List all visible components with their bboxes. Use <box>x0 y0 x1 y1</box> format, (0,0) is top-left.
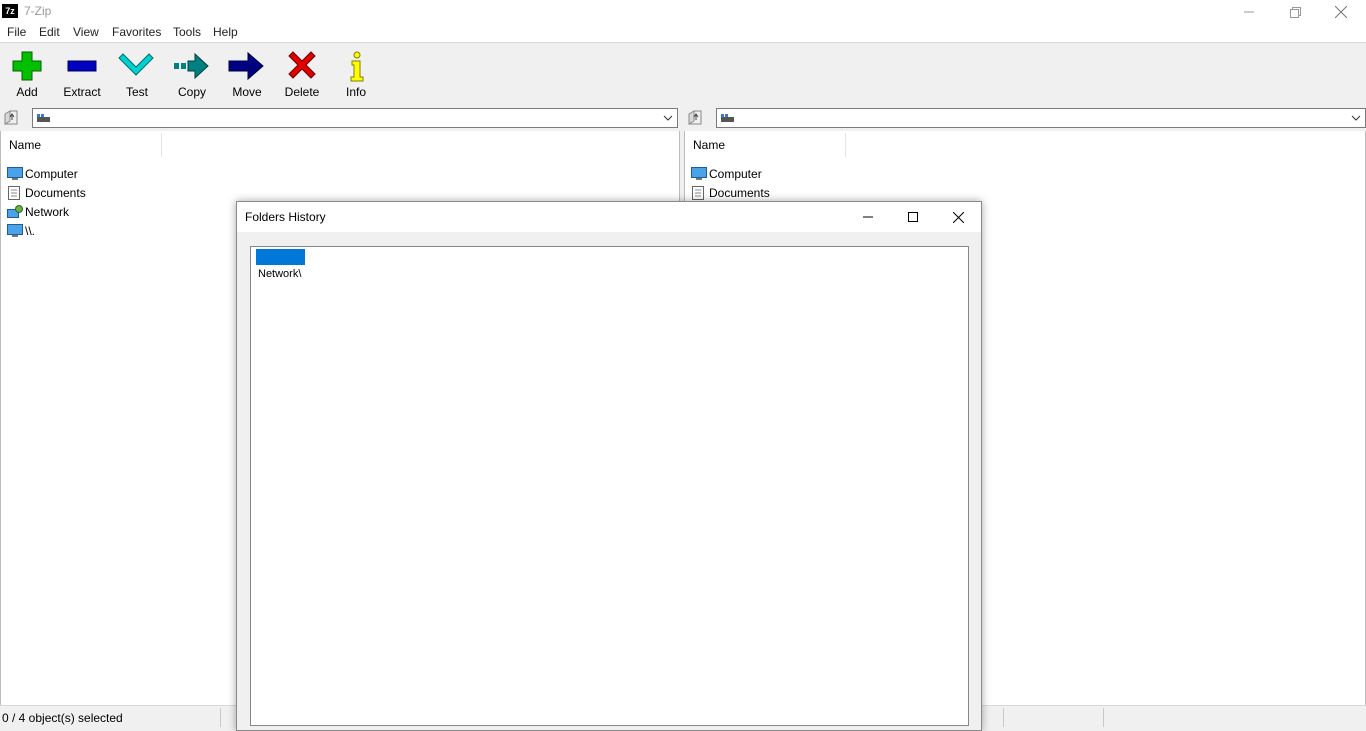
computer-icon <box>7 167 23 180</box>
folder-up-icon <box>4 110 18 125</box>
history-item-label: Network\ <box>258 268 302 280</box>
menu-favorites[interactable]: Favorites <box>112 25 161 39</box>
menu-edit[interactable]: Edit <box>39 25 60 39</box>
menu-view[interactable]: View <box>73 25 99 39</box>
status-divider <box>1103 708 1104 727</box>
right-path-combobox[interactable] <box>716 108 1366 128</box>
move-icon <box>228 51 264 81</box>
drive-icon <box>37 114 50 122</box>
delete-button[interactable]: Delete <box>277 48 327 104</box>
selection-status: 0 / 4 object(s) selected <box>2 711 123 725</box>
info-button[interactable]: Info <box>331 48 381 104</box>
network-icon <box>7 205 23 218</box>
delete-icon <box>288 51 316 79</box>
left-path-row <box>0 105 680 131</box>
info-label: Info <box>345 85 366 99</box>
menu-help[interactable]: Help <box>213 25 238 39</box>
dialog-maximize-button[interactable] <box>890 202 936 232</box>
list-item-label: Computer <box>25 167 78 181</box>
documents-icon <box>692 186 704 200</box>
list-item-label: Computer <box>709 167 762 181</box>
history-item-selection-highlight <box>256 249 305 265</box>
chevron-down-icon[interactable] <box>1351 113 1361 123</box>
status-divider <box>220 708 221 727</box>
move-button[interactable]: Move <box>222 48 272 104</box>
window-title: 7-Zip <box>24 4 52 18</box>
toolbar: Add Extract Test Copy Move Delete Info <box>0 43 1366 105</box>
minimize-icon <box>863 216 873 218</box>
left-column-name-header[interactable]: Name <box>1 133 162 157</box>
close-button[interactable] <box>1318 0 1364 24</box>
info-icon <box>350 51 364 82</box>
right-path-row <box>684 105 1366 131</box>
dialog-title-bar[interactable]: Folders History <box>237 202 981 232</box>
left-path-combobox[interactable] <box>32 108 678 128</box>
test-icon <box>118 53 154 76</box>
7zip-app-icon: 7z <box>2 4 18 18</box>
column-header-label: Name <box>9 138 42 152</box>
list-item-label: Documents <box>709 186 770 200</box>
dialog-close-button[interactable] <box>935 202 981 232</box>
computer-icon <box>691 167 707 180</box>
folders-history-list[interactable]: Network\ <box>250 246 969 726</box>
status-divider <box>1003 708 1004 727</box>
maximize-icon <box>908 212 918 222</box>
close-icon <box>952 211 964 223</box>
minimize-icon <box>1244 11 1254 13</box>
menu-bar: File Edit View Favorites Tools Help <box>0 24 1366 43</box>
title-bar: 7z 7-Zip <box>0 0 1366 24</box>
menu-file[interactable]: File <box>7 25 26 39</box>
documents-icon <box>8 186 20 200</box>
add-icon <box>12 51 42 81</box>
folder-up-icon <box>688 110 702 125</box>
add-button[interactable]: Add <box>2 48 52 104</box>
list-item-label: \\. <box>25 224 36 238</box>
menu-tools[interactable]: Tools <box>173 25 201 39</box>
right-column-name-header[interactable]: Name <box>685 133 846 157</box>
copy-button[interactable]: Copy <box>167 48 217 104</box>
close-icon <box>1335 6 1347 18</box>
extract-button[interactable]: Extract <box>57 48 107 104</box>
folders-history-dialog: Folders History Network\ <box>236 201 982 731</box>
copy-icon <box>174 52 209 80</box>
drive-icon <box>721 114 734 122</box>
list-item-label: Documents <box>25 186 86 200</box>
extract-icon <box>67 60 97 72</box>
left-up-folder-button[interactable] <box>2 108 24 128</box>
restore-icon <box>1289 6 1301 18</box>
list-item-label: Network <box>25 205 70 219</box>
chevron-down-icon[interactable] <box>663 113 673 123</box>
minimize-button[interactable] <box>1226 0 1272 24</box>
column-header-label: Name <box>693 138 726 152</box>
restore-button[interactable] <box>1272 0 1318 24</box>
dialog-title: Folders History <box>245 210 326 224</box>
computer-icon <box>7 224 23 237</box>
test-button[interactable]: Test <box>112 48 162 104</box>
right-up-folder-button[interactable] <box>686 108 708 128</box>
dialog-minimize-button[interactable] <box>845 202 891 232</box>
